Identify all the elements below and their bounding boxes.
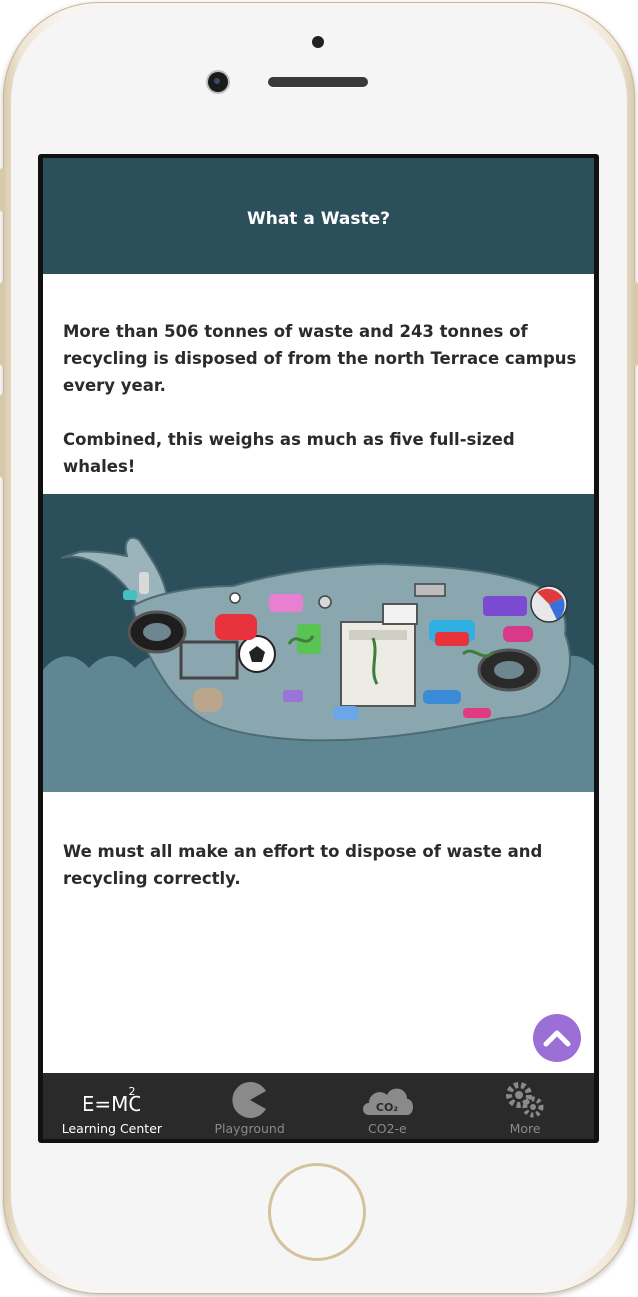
emc2-icon: E=MC 2 <box>84 1085 140 1116</box>
svg-text:2: 2 <box>128 1085 135 1098</box>
app-view: What a Waste? More than 506 tonnes of wa… <box>43 158 594 1139</box>
silent-switch <box>0 168 5 212</box>
gears-icon <box>506 1082 544 1118</box>
whale-of-waste-illustration <box>43 494 594 792</box>
power-button <box>633 282 638 366</box>
tab-label: CO2-e <box>368 1121 407 1136</box>
call-to-action-paragraph: We must all make an effort to dispose of… <box>63 842 543 888</box>
phone-screen: What a Waste? More than 506 tonnes of wa… <box>38 154 599 1143</box>
page-title: What a Waste? <box>246 209 390 229</box>
tab-label: Playground <box>214 1121 285 1136</box>
front-camera <box>208 72 228 92</box>
pacman-icon <box>232 1082 266 1118</box>
intro-paragraph: More than 506 tonnes of waste and 243 to… <box>63 322 577 395</box>
tab-learning-center[interactable]: E=MC 2 Learning Center <box>43 1073 181 1139</box>
earpiece-speaker <box>268 77 368 87</box>
volume-down-button <box>0 394 5 478</box>
chevron-up-icon <box>543 1030 571 1047</box>
co2-cloud-icon: CO₂ <box>363 1088 414 1115</box>
nav-header: What a Waste? <box>43 158 594 274</box>
tab-playground[interactable]: Playground <box>181 1073 319 1139</box>
svg-text:CO₂: CO₂ <box>376 1101 398 1114</box>
tab-label: Learning Center <box>61 1121 163 1136</box>
bottom-tab-bar: E=MC 2 Learning Center Playground CO₂ CO… <box>43 1073 594 1139</box>
proximity-sensor <box>312 36 324 48</box>
volume-up-button <box>0 282 5 366</box>
tab-label: More <box>509 1121 541 1136</box>
home-button[interactable] <box>268 1163 366 1261</box>
whales-paragraph: Combined, this weighs as much as five fu… <box>63 430 515 476</box>
scroll-to-top-button[interactable] <box>533 1014 581 1062</box>
tab-more[interactable]: More <box>456 1073 594 1139</box>
tab-co2e[interactable]: CO₂ CO2-e <box>319 1073 457 1139</box>
